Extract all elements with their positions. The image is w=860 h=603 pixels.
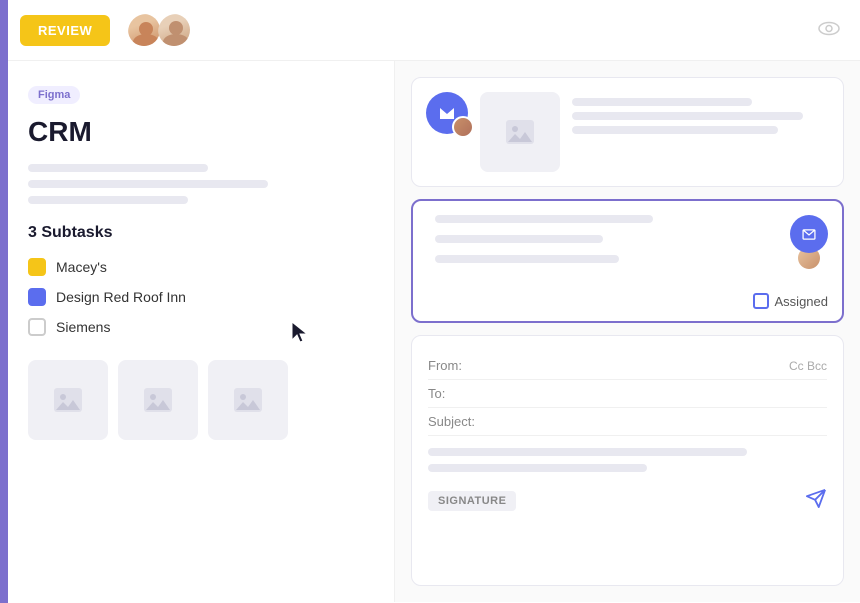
subtask-list: Macey's Design Red Roof Inn Siemens [28,258,366,336]
email-image-1 [480,92,560,172]
subtask-checkbox-siemens[interactable] [28,318,46,336]
send-icon[interactable] [805,488,827,514]
figma-badge: Figma [28,86,80,104]
compose-body-line-1 [428,448,747,456]
compose-body [428,448,827,472]
email-icon-1 [426,92,468,134]
email-icon-2 [790,215,828,253]
subtask-checkbox-design-red-roof[interactable] [28,288,46,306]
review-button[interactable]: REVIEW [20,15,110,46]
email-card-2-top [413,201,842,285]
right-panel: Assigned From: Cc Bcc To: Subject: [395,61,860,602]
project-title: CRM [28,116,366,148]
email-avatar-1 [452,116,474,138]
subtask-checkbox-maceys[interactable] [28,258,46,276]
compose-subject-label: Subject: [428,414,488,429]
email-card-2: Assigned [411,199,844,323]
compose-from-label: From: [428,358,488,373]
thumbnail-1 [28,360,108,440]
main-layout: Figma CRM 3 Subtasks Macey's Design Red … [0,61,860,602]
email-card-2-lines [435,215,770,263]
subtask-label-siemens: Siemens [56,319,110,335]
eye-icon[interactable] [818,20,840,41]
subtask-label-maceys: Macey's [56,259,107,275]
email-line-3 [572,126,778,134]
avatar-2 [156,12,192,48]
compose-footer: SIGNATURE [428,488,827,514]
email-card-1-top [412,78,843,186]
subtask-item-design-red-roof[interactable]: Design Red Roof Inn [28,288,366,306]
cc-bcc-label[interactable]: Cc Bcc [789,359,827,373]
thumbnail-2 [118,360,198,440]
compose-body-line-2 [428,464,647,472]
compose-from-field: From: Cc Bcc [428,352,827,380]
email-card-1-body [480,92,829,172]
left-panel: Figma CRM 3 Subtasks Macey's Design Red … [0,61,395,602]
email-card-2-body [427,215,770,263]
email-line-5 [435,235,603,243]
thumbnails [28,360,366,440]
email-card-1 [411,77,844,187]
subtask-item-siemens[interactable]: Siemens [28,318,366,336]
assigned-label: Assigned [775,294,828,309]
subtasks-header: 3 Subtasks [28,224,366,242]
email-line-1 [572,98,752,106]
compose-area: From: Cc Bcc To: Subject: SIGNATURE [411,335,844,586]
description-lines [28,164,366,204]
email-line-6 [435,255,619,263]
avatars [126,12,192,48]
desc-line-1 [28,164,208,172]
thumbnail-3 [208,360,288,440]
compose-subject-field: Subject: [428,408,827,436]
assigned-checkbox[interactable] [753,293,769,309]
subtask-label-design-red-roof: Design Red Roof Inn [56,289,186,305]
compose-to-field: To: [428,380,827,408]
desc-line-2 [28,180,268,188]
signature-badge: SIGNATURE [428,491,516,511]
email-line-2 [572,112,803,120]
header: REVIEW [0,0,860,61]
compose-to-label: To: [428,386,488,401]
email-card-2-avatar-group [790,215,828,271]
email-card-1-lines [572,92,829,134]
avatar-1 [126,12,162,48]
desc-line-3 [28,196,188,204]
assigned-row: Assigned [413,285,842,321]
subtask-item-maceys[interactable]: Macey's [28,258,366,276]
email-line-4 [435,215,653,223]
